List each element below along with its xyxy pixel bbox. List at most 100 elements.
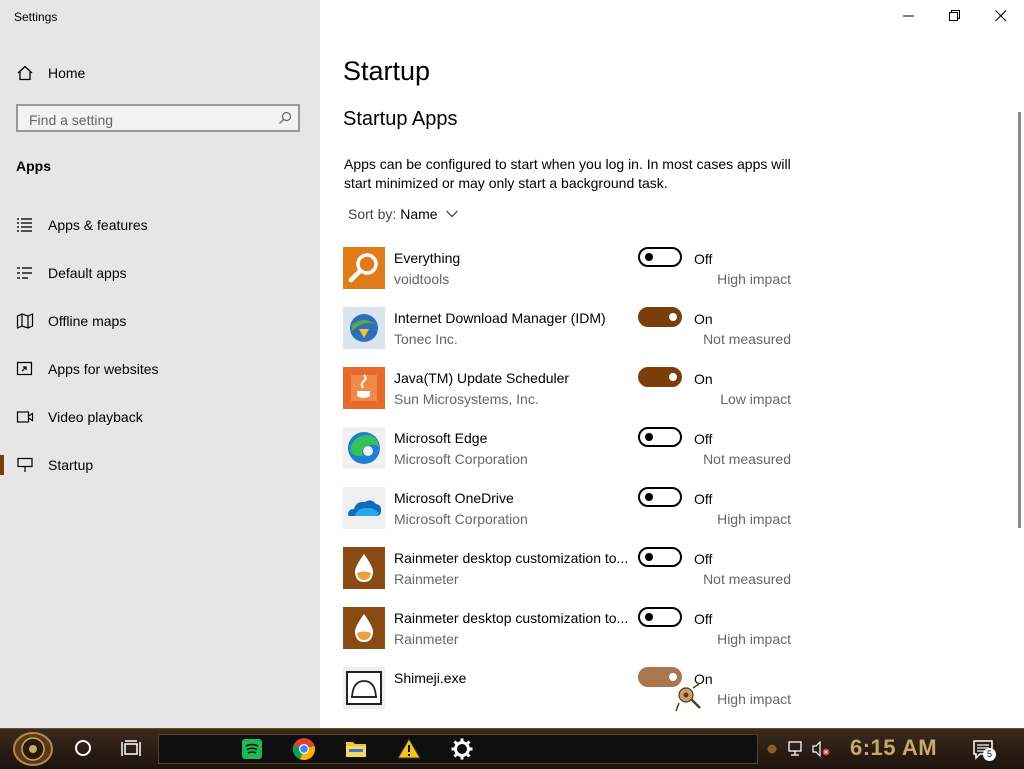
- home-label: Home: [48, 65, 86, 81]
- app-publisher: voidtools: [394, 271, 450, 287]
- startup-impact: Low impact: [720, 391, 791, 407]
- startup-toggle[interactable]: [638, 427, 682, 447]
- startup-impact: Not measured: [703, 571, 791, 587]
- start-button-icon[interactable]: [12, 731, 54, 767]
- toggle-state: On: [694, 371, 713, 387]
- sidebar-item-startup[interactable]: Startup: [0, 447, 320, 483]
- startup-toggle[interactable]: [638, 307, 682, 327]
- startup-toggle[interactable]: [638, 247, 682, 267]
- startup-impact: High impact: [717, 631, 791, 647]
- sidebar-item-label: Apps for websites: [48, 361, 159, 377]
- startup-app-row: Shimeji.exe On High impact: [343, 667, 803, 727]
- sidebar-item-label: Offline maps: [48, 313, 127, 329]
- spotify-icon[interactable]: [240, 737, 264, 761]
- sidebar-item-label: Apps & features: [48, 217, 148, 233]
- idm-icon: [343, 307, 385, 349]
- startup-impact: High impact: [717, 691, 791, 707]
- task-view-icon[interactable]: [120, 739, 142, 759]
- toggle-state: Off: [694, 611, 713, 627]
- app-name: Microsoft Edge: [394, 430, 488, 446]
- volume-muted-icon[interactable]: [812, 741, 832, 757]
- sort-dropdown[interactable]: Sort by: Name: [348, 206, 458, 222]
- home-icon: [17, 65, 33, 81]
- settings-gear-icon[interactable]: [450, 737, 474, 761]
- startup-toggle[interactable]: [638, 367, 682, 387]
- toggle-state: Off: [694, 551, 713, 567]
- startup-app-row: Everything voidtools Off High impact: [343, 247, 803, 307]
- startup-toggle[interactable]: [638, 547, 682, 567]
- app-publisher: Microsoft Corporation: [394, 511, 528, 527]
- toggle-state: Off: [694, 431, 713, 447]
- startup-app-row: Microsoft Edge Microsoft Corporation Off…: [343, 427, 803, 487]
- chrome-icon[interactable]: [292, 737, 316, 761]
- close-button[interactable]: [978, 0, 1024, 32]
- list-icon: [17, 218, 32, 232]
- startup-toggle[interactable]: [638, 607, 682, 627]
- video-icon: [16, 411, 34, 423]
- app-name: Shimeji.exe: [394, 670, 467, 686]
- java-icon: [343, 367, 385, 409]
- edge-icon: [343, 427, 385, 469]
- sidebar-item-label: Startup: [48, 457, 94, 473]
- shimeji-icon: [343, 667, 385, 709]
- notification-count-badge: 5: [983, 748, 996, 761]
- startup-app-row: Rainmeter desktop customization to... Ra…: [343, 547, 803, 607]
- default-apps-icon: [17, 267, 32, 279]
- search-input[interactable]: [27, 110, 271, 130]
- app-name: Rainmeter desktop customization to...: [394, 610, 629, 626]
- startup-icon: [17, 457, 33, 472]
- onedrive-icon: [343, 487, 385, 529]
- section-label: Apps: [16, 158, 51, 174]
- sidebar-item-offline-maps[interactable]: Offline maps: [0, 303, 320, 339]
- minimize-button[interactable]: [886, 0, 932, 32]
- app-name: Rainmeter desktop customization to...: [394, 550, 629, 566]
- scrollbar[interactable]: [1018, 112, 1021, 528]
- sort-label: Sort by:: [348, 206, 397, 222]
- toggle-state: Off: [694, 491, 713, 507]
- app-name: Microsoft OneDrive: [394, 490, 514, 506]
- file-explorer-icon[interactable]: [344, 737, 368, 761]
- mouse-cursor-icon: [675, 683, 701, 712]
- search-icon[interactable]: [278, 111, 292, 125]
- warning-icon[interactable]: [397, 737, 421, 761]
- network-icon[interactable]: [788, 741, 808, 757]
- toggle-state: Off: [694, 251, 713, 267]
- app-name: Everything: [394, 250, 461, 266]
- description-text: Apps can be configured to start when you…: [344, 156, 791, 191]
- minimize-icon: [903, 15, 914, 17]
- restore-button[interactable]: [932, 0, 978, 32]
- startup-impact: High impact: [717, 511, 791, 527]
- sidebar-item-apps-features[interactable]: Apps & features: [0, 207, 320, 243]
- startup-toggle[interactable]: [638, 487, 682, 507]
- home-nav-item[interactable]: Home: [0, 55, 320, 91]
- startup-impact: High impact: [717, 271, 791, 287]
- search-field[interactable]: [16, 104, 300, 132]
- app-name: Internet Download Manager (IDM): [394, 310, 606, 326]
- app-publisher: Sun Microsystems, Inc.: [394, 391, 539, 407]
- sidebar-item-default-apps[interactable]: Default apps: [0, 255, 320, 291]
- window-title: Settings: [14, 10, 58, 24]
- restore-icon: [949, 10, 960, 21]
- startup-app-row: Microsoft OneDrive Microsoft Corporation…: [343, 487, 803, 547]
- clock[interactable]: 6:15 AM: [850, 735, 937, 761]
- sidebar-item-apps-for-websites[interactable]: Apps for websites: [0, 351, 320, 387]
- app-publisher: Microsoft Corporation: [394, 451, 528, 467]
- startup-app-row: Rainmeter desktop customization to... Ra…: [343, 607, 803, 667]
- page-title: Startup: [343, 56, 431, 86]
- app-publisher: Rainmeter: [394, 631, 459, 647]
- everything-icon: [343, 247, 385, 289]
- rainmeter-icon: [343, 607, 385, 649]
- startup-impact: Not measured: [703, 331, 791, 347]
- app-publisher: Tonec Inc.: [394, 331, 458, 347]
- startup-impact: Not measured: [703, 451, 791, 467]
- sidebar-item-label: Default apps: [48, 265, 127, 281]
- startup-app-row: Java(TM) Update Scheduler Sun Microsyste…: [343, 367, 803, 427]
- cortana-icon[interactable]: [74, 739, 92, 757]
- sidebar-item-video-playback[interactable]: Video playback: [0, 399, 320, 435]
- map-icon: [16, 313, 34, 329]
- taskbar: 6:15 AM 5: [0, 728, 1024, 769]
- chevron-down-icon: [445, 210, 458, 218]
- app-name: Java(TM) Update Scheduler: [394, 370, 570, 386]
- link-window-icon: [16, 361, 33, 376]
- tray-app-icon[interactable]: [766, 743, 778, 755]
